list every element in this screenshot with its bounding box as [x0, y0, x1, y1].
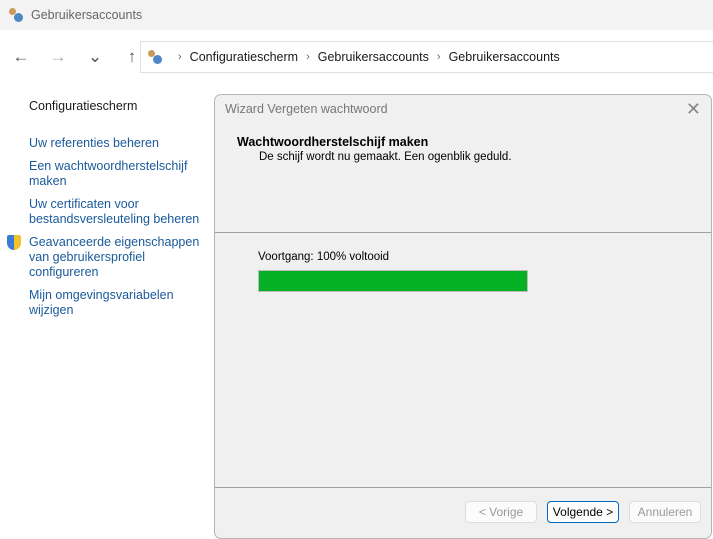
chevron-right-icon: ›	[436, 51, 441, 63]
shield-icon	[7, 235, 21, 250]
window-titlebar: Gebruikersaccounts	[0, 0, 713, 30]
breadcrumb-item[interactable]: Gebruikersaccounts	[449, 50, 560, 64]
chevron-right-icon: ›	[178, 51, 182, 63]
cancel-button[interactable]: Annuleren	[629, 501, 701, 523]
sidebar-link-reset-disk[interactable]: Een wachtwoordherstelschijf maken	[29, 159, 209, 189]
close-icon[interactable]: ✕	[686, 99, 701, 120]
sidebar: Configuratiescherm Uw referenties behere…	[7, 99, 209, 326]
progress-bar	[258, 270, 528, 292]
forward-button[interactable]: →	[42, 47, 74, 67]
breadcrumb-item[interactable]: Gebruikersaccounts	[318, 50, 429, 64]
forgotten-password-wizard-dialog: Wizard Vergeten wachtwoord ✕ Wachtwoordhe…	[214, 94, 712, 539]
dialog-titlebar: Wizard Vergeten wachtwoord ✕	[215, 95, 711, 123]
sidebar-heading[interactable]: Configuratiescherm	[29, 99, 209, 114]
progress-label: Voortgang: 100% voltooid	[258, 251, 390, 263]
dialog-subtitle: De schijf wordt nu gemaakt. Een ogenblik…	[259, 151, 512, 163]
address-bar[interactable]: › Configuratiescherm › Gebruikersaccount…	[140, 41, 713, 73]
user-accounts-icon	[147, 49, 163, 65]
dialog-buttons: < Vorige Volgende > Annuleren	[465, 501, 701, 523]
recent-locations-button[interactable]: ⌄	[79, 47, 111, 67]
dialog-body: Voortgang: 100% voltooid	[215, 233, 711, 488]
dialog-title: Wizard Vergeten wachtwoord	[225, 102, 388, 116]
back-button[interactable]: < Vorige	[465, 501, 537, 523]
sidebar-link-environment[interactable]: Mijn omgevingsvariabelen wijzigen	[29, 288, 209, 318]
sidebar-link-certificates[interactable]: Uw certificaten voor bestandsversleuteli…	[29, 197, 209, 227]
sidebar-link-credentials[interactable]: Uw referenties beheren	[29, 136, 209, 151]
next-button[interactable]: Volgende >	[547, 501, 619, 523]
dialog-header: Wachtwoordherstelschijf maken De schijf …	[215, 123, 711, 233]
navigation-buttons: ← → ⌄ ↑	[0, 41, 148, 73]
progress-fill	[259, 271, 527, 291]
breadcrumb-item[interactable]: Configuratiescherm	[190, 50, 298, 64]
sidebar-link-profile[interactable]: Geavanceerde eigenschappen van gebruiker…	[7, 235, 209, 280]
back-button[interactable]: ←	[5, 47, 37, 67]
window-title: Gebruikersaccounts	[31, 8, 143, 22]
chevron-right-icon: ›	[306, 51, 310, 63]
user-accounts-icon	[8, 7, 24, 23]
dialog-heading: Wachtwoordherstelschijf maken	[237, 135, 429, 149]
sidebar-link-label: Geavanceerde eigenschappen van gebruiker…	[29, 235, 200, 279]
